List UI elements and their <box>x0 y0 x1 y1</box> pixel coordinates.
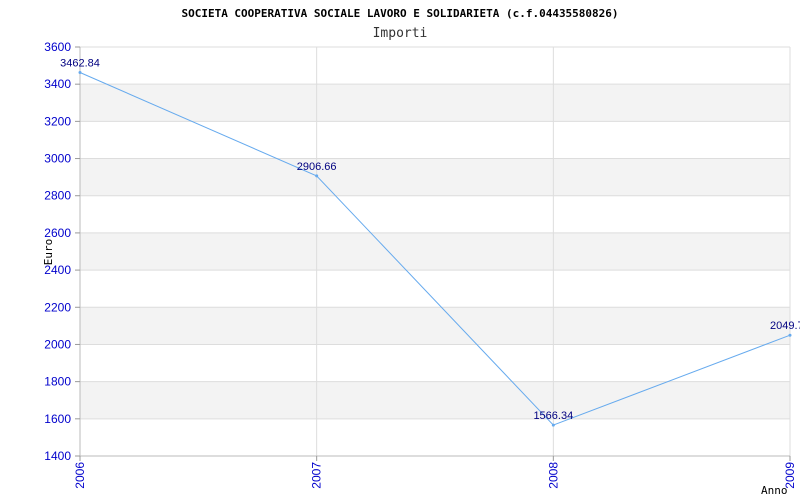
plot-band <box>80 84 790 122</box>
plot-band <box>80 47 790 85</box>
data-label: 2906.66 <box>297 161 337 173</box>
plot-band <box>80 195 790 233</box>
data-point <box>78 70 82 74</box>
plot-band <box>80 270 790 308</box>
y-tick-label: 1600 <box>44 412 71 426</box>
line-chart: SOCIETA COOPERATIVA SOCIALE LAVORO E SOL… <box>42 7 800 497</box>
y-tick-label: 2600 <box>44 226 71 240</box>
data-label: 3462.84 <box>60 57 100 69</box>
x-axis-ticks: 2006 2007 2008 2009 <box>73 456 797 489</box>
y-tick-label: 2800 <box>44 189 71 203</box>
data-point <box>788 333 792 337</box>
plot-band <box>80 158 790 196</box>
y-tick-label: 2200 <box>44 300 71 314</box>
y-tick-label: 3000 <box>44 152 71 166</box>
y-tick-label: 3200 <box>44 114 71 128</box>
chart-subtitle: Importi <box>373 26 428 41</box>
y-tick-label: 3400 <box>44 77 71 91</box>
x-axis-label: Anno <box>761 484 788 497</box>
data-label: 1566.34 <box>533 410 573 422</box>
plot-background <box>80 47 790 456</box>
y-tick-label: 2000 <box>44 337 71 351</box>
plot-band <box>80 418 790 456</box>
y-tick-label: 3600 <box>44 40 71 54</box>
data-label: 2049.7 <box>770 320 800 332</box>
plot-band <box>80 121 790 159</box>
plot-band <box>80 381 790 419</box>
data-point <box>551 423 555 427</box>
x-tick-label: 2008 <box>546 462 560 489</box>
y-axis-label: Euro <box>42 239 55 266</box>
plot-band <box>80 307 790 345</box>
data-point <box>315 174 319 178</box>
y-tick-label: 1800 <box>44 375 71 389</box>
chart-title: SOCIETA COOPERATIVA SOCIALE LAVORO E SOL… <box>181 7 618 20</box>
x-tick-label: 2006 <box>73 462 87 489</box>
y-tick-label: 1400 <box>44 449 71 463</box>
plot-band <box>80 232 790 271</box>
x-tick-label: 2007 <box>310 462 324 489</box>
